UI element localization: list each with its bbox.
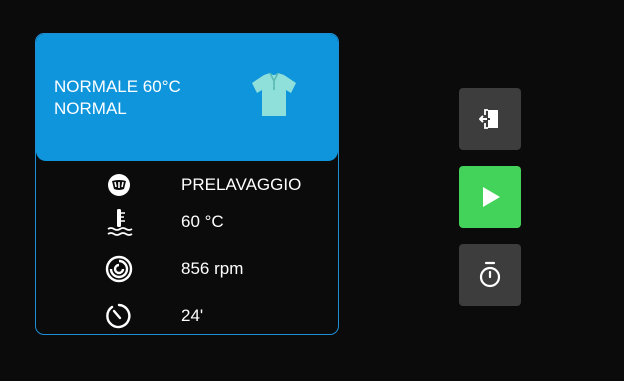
spin-icon <box>105 255 133 283</box>
timer-icon <box>479 261 501 288</box>
delay-timer-button[interactable] <box>459 244 521 306</box>
program-header[interactable]: NORMALE 60°C NORMAL <box>36 34 338 161</box>
prewash-icon <box>108 174 130 196</box>
setting-temperature: 60 °C <box>36 202 338 242</box>
program-card[interactable]: NORMALE 60°C NORMAL PRELAVAGGIO 60 °C 85… <box>35 33 339 335</box>
temperature-icon <box>107 209 133 236</box>
polo-shirt-icon <box>252 72 296 116</box>
exit-button[interactable] <box>459 88 521 150</box>
prewash-value: PRELAVAGGIO <box>181 175 302 194</box>
setting-prewash: PRELAVAGGIO <box>36 165 338 205</box>
duration-value: 24' <box>181 306 204 325</box>
play-icon <box>483 187 500 207</box>
setting-spin: 856 rpm <box>36 249 338 289</box>
program-name-line1: NORMALE 60°C <box>54 77 181 96</box>
program-name: NORMALE 60°C NORMAL <box>54 76 181 120</box>
program-name-line2: NORMAL <box>54 99 127 118</box>
temperature-value: 60 °C <box>181 212 224 231</box>
duration-icon <box>106 303 131 329</box>
setting-duration: 24' <box>36 296 338 334</box>
exit-door-icon <box>479 109 498 129</box>
spin-value: 856 rpm <box>181 259 244 278</box>
start-button[interactable] <box>459 166 521 228</box>
